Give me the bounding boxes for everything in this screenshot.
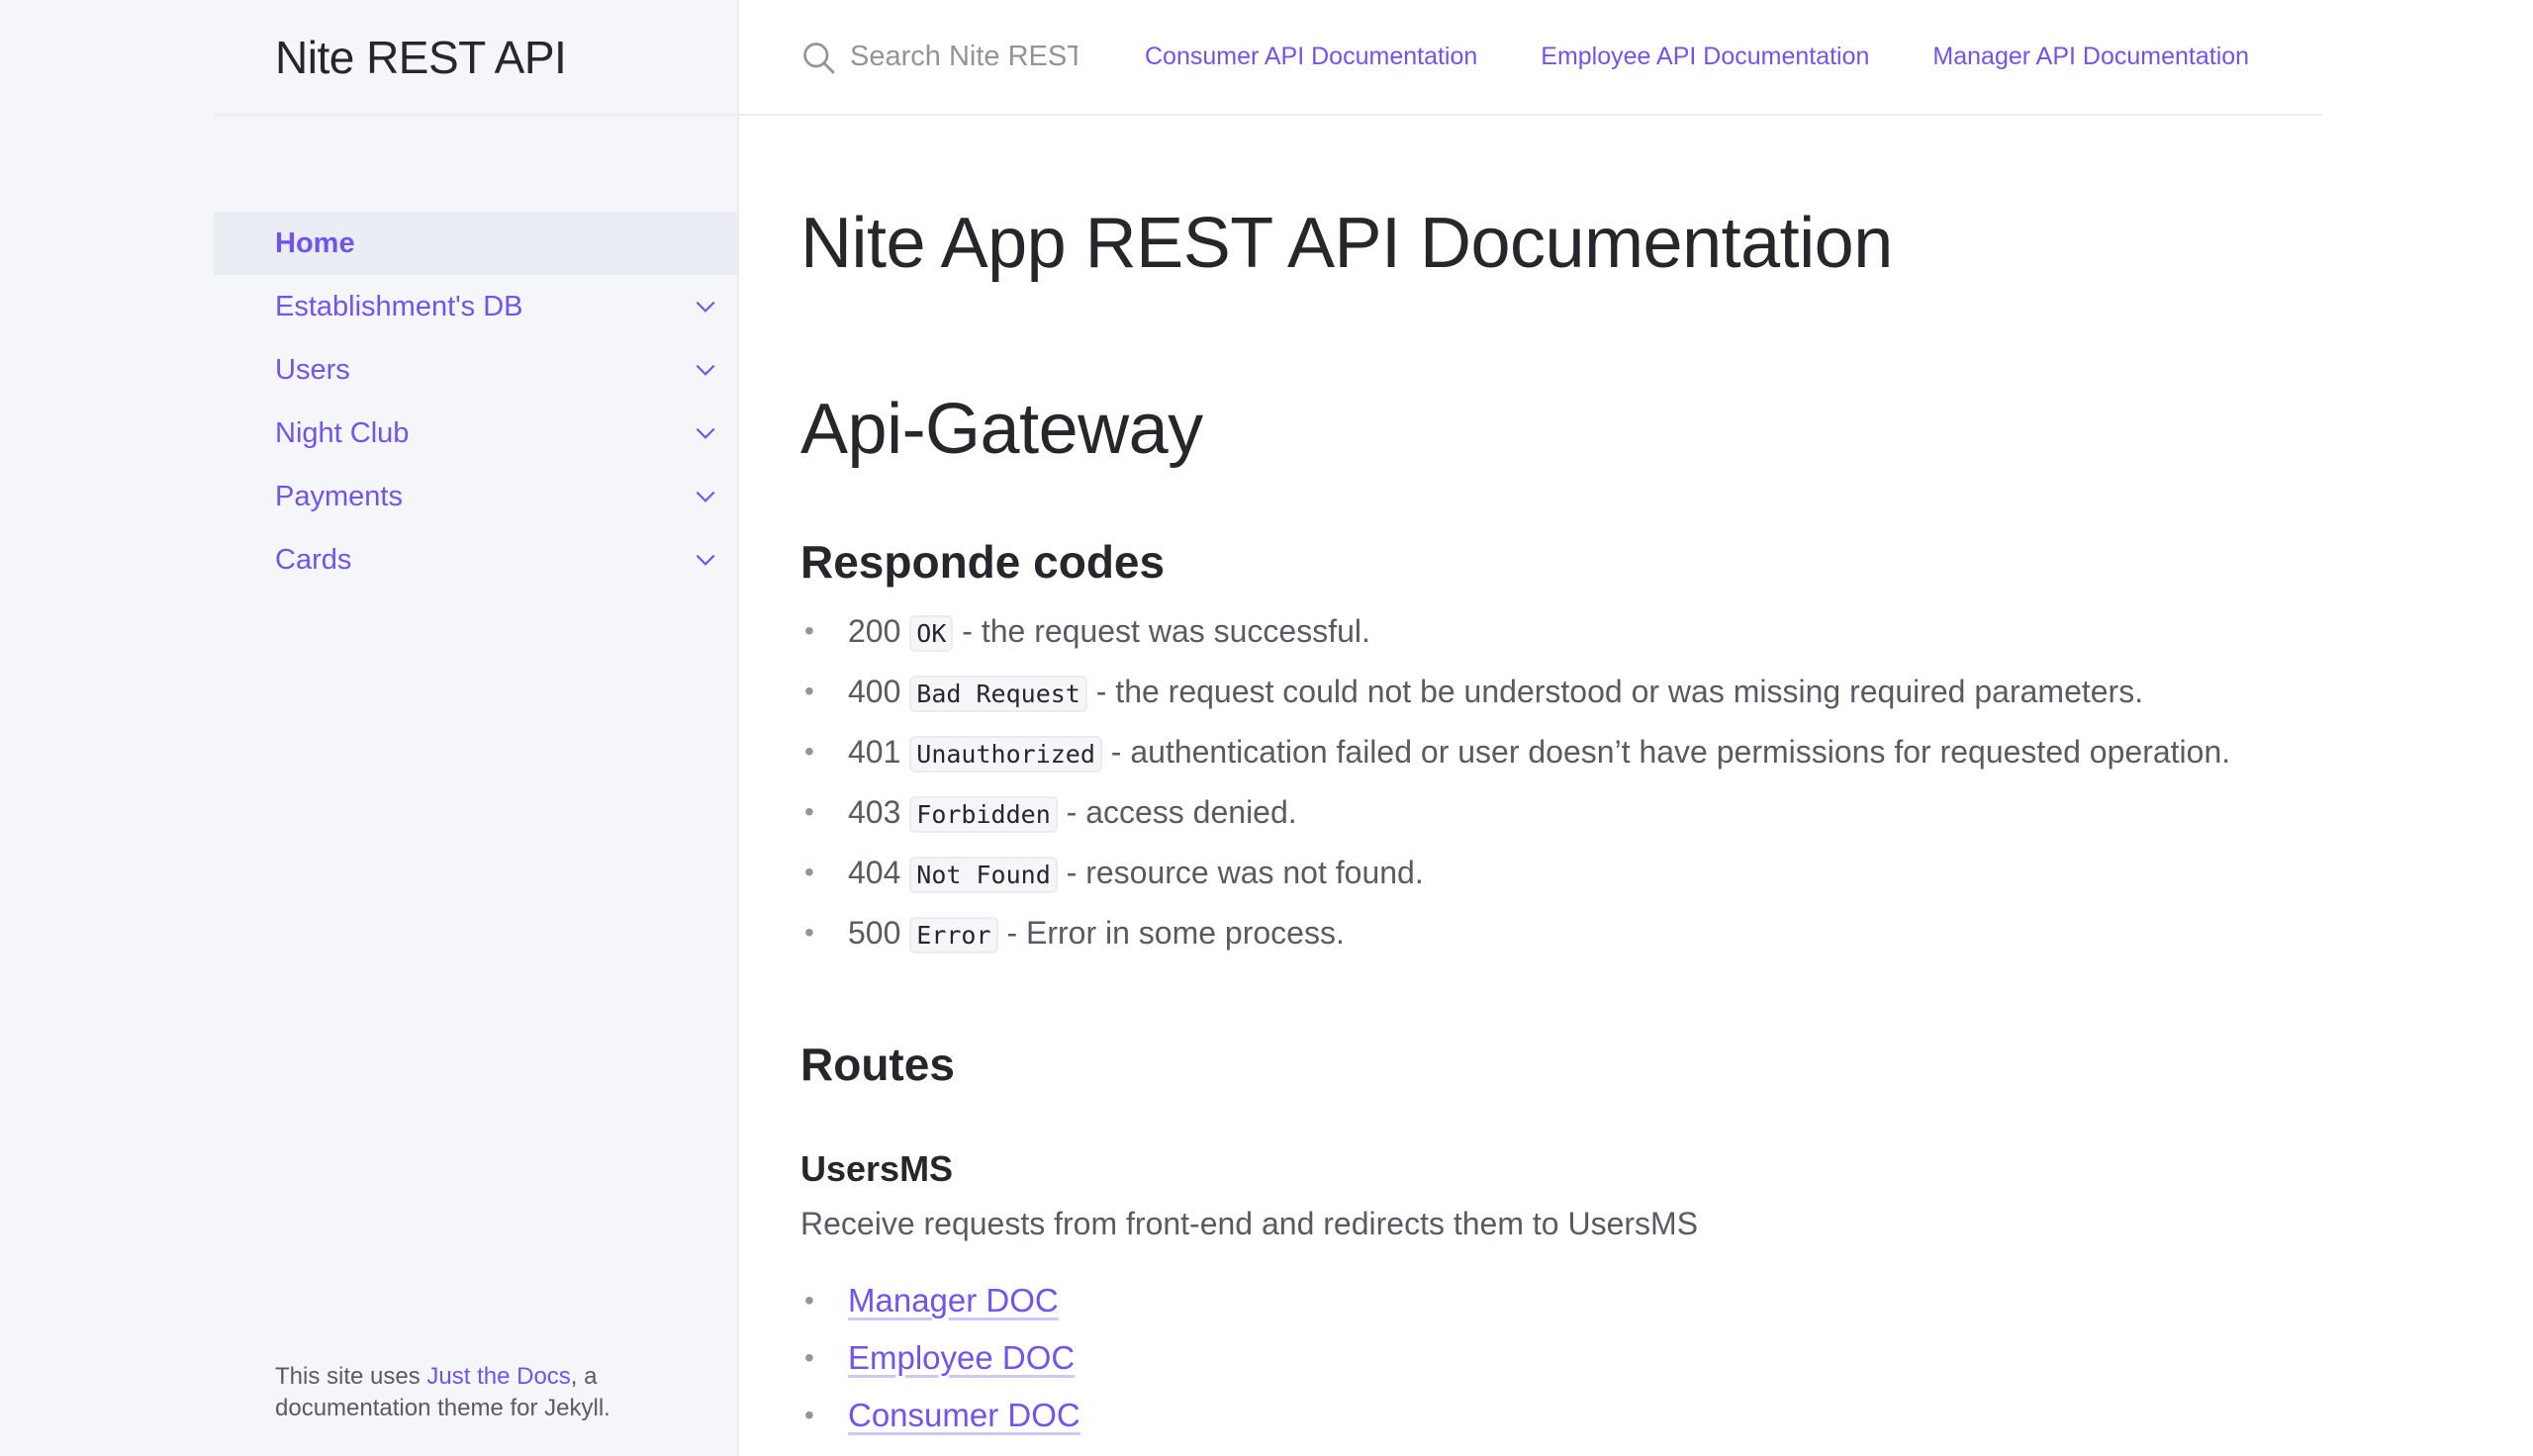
code-number: 403	[848, 794, 901, 830]
chevron-down-icon[interactable]	[674, 402, 737, 465]
sidebar-item-label[interactable]: Home	[275, 228, 355, 260]
chevron-down-icon[interactable]	[674, 338, 737, 402]
usersms-description: Receive requests from front-end and redi…	[800, 1206, 1699, 1241]
manager-doc-link[interactable]: Manager DOC	[848, 1282, 1059, 1319]
sidebar-item-label[interactable]: Payments	[275, 481, 403, 513]
code-number: 500	[848, 915, 901, 951]
list-item: 200 OK - the request was successful.	[800, 602, 2259, 663]
sidebar-item-label[interactable]: Night Club	[275, 417, 409, 450]
chevron-down-icon[interactable]	[674, 275, 737, 338]
footer-prefix: This site uses	[275, 1363, 427, 1390]
code-description: - authentication failed or user doesn’t …	[1101, 734, 2231, 770]
list-item: Manager DOC	[800, 1272, 2259, 1329]
code-label: Error	[909, 917, 998, 954]
list-item: Consumer DOC	[800, 1387, 2259, 1444]
site-title[interactable]: Nite REST API	[275, 31, 567, 84]
main-header: Consumer API Documentation Employee API …	[739, 0, 2322, 116]
code-label: Forbidden	[909, 796, 1058, 833]
sidebar-item-label[interactable]: Users	[275, 354, 350, 387]
consumer-doc-link[interactable]: Consumer DOC	[848, 1397, 1080, 1433]
page-title: Nite App REST API Documentation	[800, 204, 1893, 283]
list-item: 400 Bad Request - the request could not …	[800, 663, 2259, 723]
docs-page: Nite REST API Home Establishment's DB Us…	[0, 0, 2533, 1456]
search-box[interactable]	[800, 0, 1081, 115]
search-icon	[803, 42, 835, 73]
consumer-api-doc-link[interactable]: Consumer API Documentation	[1145, 43, 1477, 70]
page-body: Nite App REST API Documentation Api-Gate…	[739, 203, 2322, 1444]
sidebar-nav: Home Establishment's DB Users Night Club	[214, 212, 737, 592]
list-item: 404 Not Found - resource was not found.	[800, 844, 2259, 904]
list-item: Employee DOC	[800, 1329, 2259, 1387]
search-input[interactable]	[850, 41, 1078, 73]
code-label: Unauthorized	[909, 736, 1102, 773]
employee-doc-link[interactable]: Employee DOC	[848, 1339, 1075, 1376]
site-header: Nite REST API	[214, 0, 737, 116]
code-label: OK	[909, 615, 954, 652]
chevron-down-icon[interactable]	[674, 528, 737, 592]
sidebar-footer: This site uses Just the Docs, a document…	[275, 1361, 691, 1424]
main-content: Consumer API Documentation Employee API …	[739, 0, 2322, 1456]
section-heading-api-gateway: Api-Gateway	[800, 390, 1203, 469]
response-codes-heading: Responde codes	[800, 536, 1166, 588]
sidebar-item-night-club[interactable]: Night Club	[214, 402, 737, 465]
code-description: - access denied.	[1057, 794, 1297, 830]
code-description: - the request could not be understood or…	[1086, 674, 2144, 709]
just-the-docs-link[interactable]: Just the Docs	[426, 1363, 570, 1390]
sidebar-item-cards[interactable]: Cards	[214, 528, 737, 592]
code-number: 200	[848, 613, 901, 649]
code-number: 401	[848, 734, 901, 770]
aux-nav-item: Manager API Documentation	[1932, 43, 2249, 71]
aux-nav-item: Consumer API Documentation	[1145, 43, 1477, 71]
chevron-down-icon[interactable]	[674, 465, 737, 528]
sidebar: Nite REST API Home Establishment's DB Us…	[214, 0, 739, 1456]
code-number: 404	[848, 855, 901, 890]
code-description: - the request was successful.	[953, 613, 1370, 649]
code-description: - Error in some process.	[997, 915, 1345, 951]
sidebar-item-establishments-db[interactable]: Establishment's DB	[214, 275, 737, 338]
code-label: Not Found	[909, 857, 1058, 893]
aux-nav-item: Employee API Documentation	[1541, 43, 1869, 71]
list-item: 401 Unauthorized - authentication failed…	[800, 723, 2259, 783]
sidebar-item-label[interactable]: Cards	[275, 544, 351, 577]
routes-heading: Routes	[800, 1039, 955, 1090]
code-description: - resource was not found.	[1057, 855, 1424, 890]
usersms-heading: UsersMS	[800, 1148, 954, 1189]
list-item: 403 Forbidden - access denied.	[800, 783, 2259, 844]
doc-links-list: Manager DOC Employee DOC Consumer DOC	[800, 1272, 2259, 1444]
sidebar-item-users[interactable]: Users	[214, 338, 737, 402]
response-codes-list: 200 OK - the request was successful. 400…	[800, 602, 2259, 964]
aux-nav: Consumer API Documentation Employee API …	[1145, 43, 2312, 71]
code-number: 400	[848, 674, 901, 709]
manager-api-doc-link[interactable]: Manager API Documentation	[1932, 43, 2249, 70]
employee-api-doc-link[interactable]: Employee API Documentation	[1541, 43, 1869, 70]
sidebar-item-payments[interactable]: Payments	[214, 465, 737, 528]
sidebar-item-label[interactable]: Establishment's DB	[275, 291, 523, 323]
sidebar-item-home[interactable]: Home	[214, 212, 737, 275]
list-item: 500 Error - Error in some process.	[800, 904, 2259, 964]
code-label: Bad Request	[909, 676, 1087, 712]
